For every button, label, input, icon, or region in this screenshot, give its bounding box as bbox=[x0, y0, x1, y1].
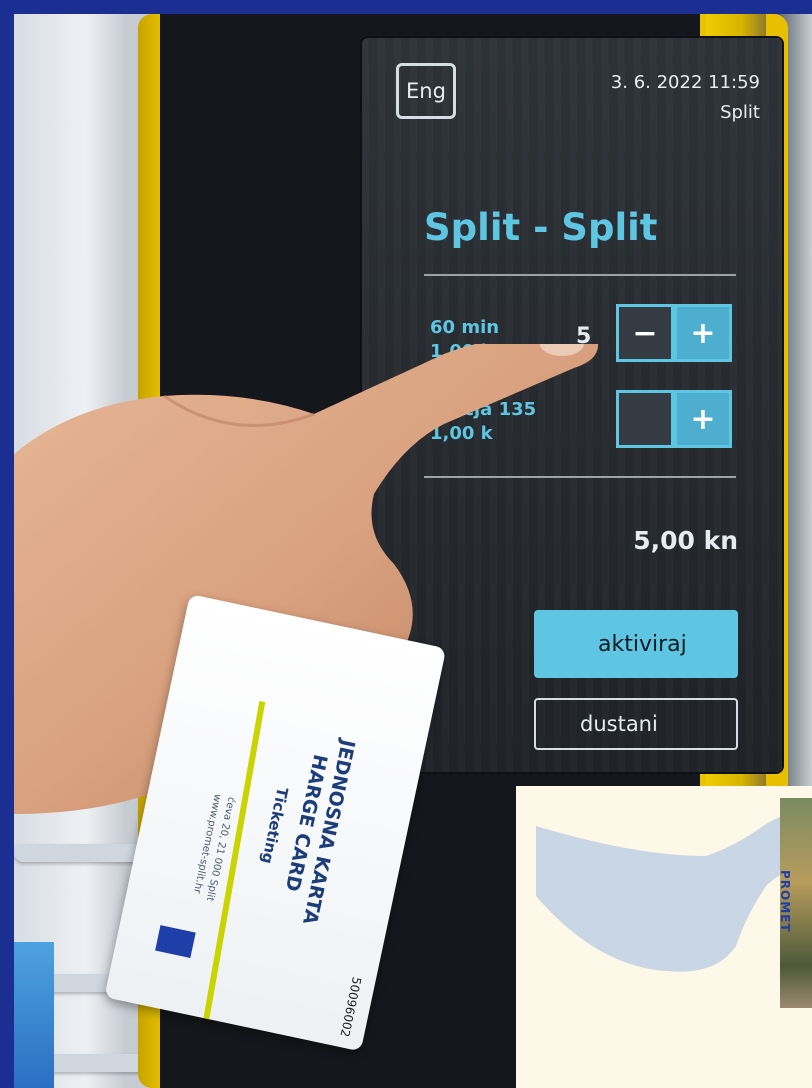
language-button[interactable]: Eng bbox=[396, 63, 456, 119]
inset-card-label: PROMET bbox=[778, 870, 792, 933]
inset-illustration bbox=[516, 786, 812, 1088]
total-price: 5,00 kn bbox=[633, 526, 738, 555]
card-number: 50096002 bbox=[337, 975, 364, 1039]
background-sky bbox=[14, 942, 54, 1088]
route-title: Split - Split bbox=[424, 206, 658, 249]
eu-flag-icon bbox=[155, 925, 196, 959]
city-label: Split bbox=[720, 102, 760, 123]
increase-button[interactable]: + bbox=[674, 304, 732, 362]
date-time: 3. 6. 2022 11:59 Split bbox=[611, 68, 760, 128]
date-label: 3. 6. 2022 11:59 bbox=[610, 72, 760, 93]
increase-button[interactable]: + bbox=[674, 390, 732, 448]
fare-name: 60 min bbox=[430, 317, 500, 338]
card-system: Ticketing bbox=[257, 785, 292, 866]
divider bbox=[424, 274, 736, 276]
hand-outline-icon bbox=[536, 814, 806, 972]
